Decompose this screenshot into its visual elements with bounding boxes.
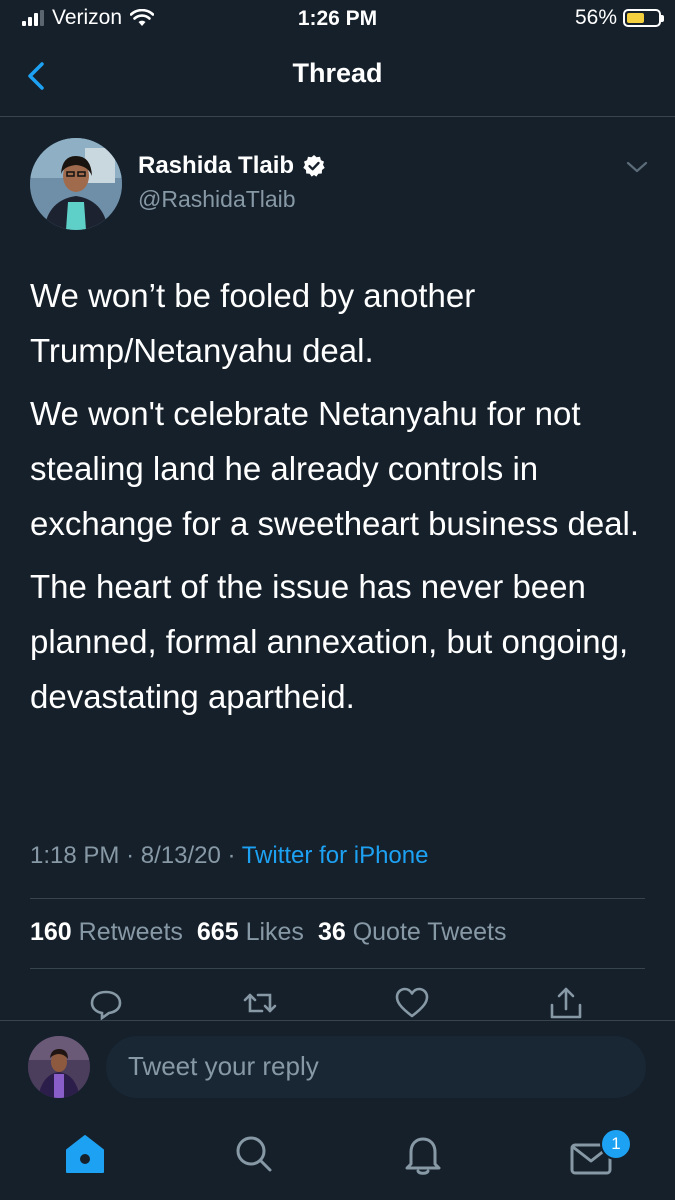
like-icon[interactable]: [394, 985, 430, 1021]
quotes-stat[interactable]: 36 Quote Tweets: [318, 918, 507, 947]
likes-stat[interactable]: 665 Likes: [197, 918, 304, 947]
tweet-meta: 1:18 PM · 8/13/20 · Twitter for iPhone: [30, 842, 428, 870]
chevron-down-icon[interactable]: [622, 152, 652, 182]
meta-separator: ·: [227, 842, 236, 869]
tweet-stats: 160 Retweets 665 Likes 36 Quote Tweets: [30, 918, 507, 947]
status-bar: Verizon 1:26 PM 56%: [0, 0, 675, 40]
quotes-count: 36: [317, 918, 346, 946]
author-avatar[interactable]: [30, 138, 122, 230]
divider: [30, 968, 645, 969]
tweet-actions: [0, 985, 675, 1021]
quotes-label: Quote Tweets: [352, 918, 507, 946]
retweets-stat[interactable]: 160 Retweets: [30, 918, 183, 947]
meta-separator: ·: [126, 842, 135, 869]
retweets-label: Retweets: [78, 918, 183, 946]
user-avatar[interactable]: [28, 1036, 90, 1098]
reply-icon[interactable]: [88, 985, 124, 1021]
verified-icon: [303, 155, 325, 177]
retweet-icon[interactable]: [242, 985, 278, 1021]
reply-placeholder: Tweet your reply: [128, 1051, 319, 1081]
tweet-paragraph: We won't celebrate Netanyahu for not ste…: [30, 395, 640, 542]
status-time: 1:26 PM: [297, 7, 378, 30]
battery-icon: [623, 9, 664, 27]
tweet-time: 1:18 PM: [30, 842, 120, 869]
tweet-paragraph: The heart of the issue has never been pl…: [30, 568, 629, 715]
retweets-count: 160: [30, 918, 72, 946]
divider: [30, 898, 645, 899]
home-icon[interactable]: [61, 1130, 109, 1178]
battery-percent: 56%: [574, 6, 617, 29]
author-handle[interactable]: @RashidaTlaib: [138, 186, 296, 213]
likes-label: Likes: [245, 918, 304, 946]
status-right: 56%: [574, 6, 664, 30]
search-icon[interactable]: [230, 1130, 278, 1178]
page-title: Thread: [292, 58, 383, 88]
tweet-text: We won’t be fooled by another Trump/Neta…: [30, 268, 650, 732]
notifications-icon[interactable]: [399, 1130, 447, 1178]
tweet-paragraph: We won’t be fooled by another Trump/Neta…: [30, 277, 476, 369]
battery-level: [627, 13, 644, 23]
likes-count: 665: [196, 918, 239, 946]
user-avatar-image: [28, 1036, 90, 1098]
share-icon[interactable]: [548, 985, 584, 1021]
author-name-text: Rashida Tlaib: [138, 152, 295, 179]
nav-header: Thread: [0, 40, 675, 117]
tweet-date: 8/13/20: [140, 842, 221, 869]
messages-badge: 1: [600, 1128, 632, 1160]
author-name[interactable]: Rashida Tlaib: [138, 152, 326, 180]
tweet-source-link[interactable]: Twitter for iPhone: [242, 842, 429, 869]
avatar-image: [30, 138, 122, 230]
